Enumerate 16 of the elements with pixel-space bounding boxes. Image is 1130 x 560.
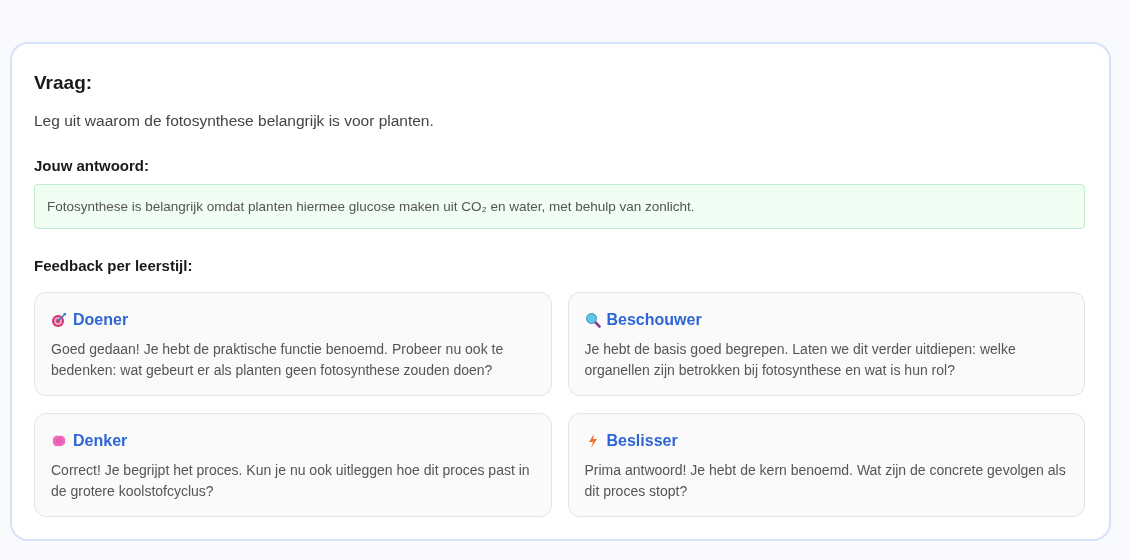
- feedback-text: Je hebt de basis goed begrepen. Laten we dit verder uitdiepen: welke organellen zijn betrokken bij fotosynthese en wat is hun rol?: [584, 340, 1017, 380]
- feedback-label: Feedback per leerstijl:: [34, 257, 194, 274]
- target-icon: [51, 312, 67, 328]
- question-heading: Vraag:: [34, 72, 94, 94]
- answer-label: Jouw antwoord:: [34, 157, 150, 174]
- learning-style-name: Beschouwer: [606, 311, 702, 329]
- brain-icon: [51, 433, 67, 449]
- learning-style-name: Denker: [73, 432, 128, 450]
- learning-style-name: Doener: [73, 311, 129, 329]
- question-text: Leg uit waarom de fotosynthese belangrijk is voor planten.: [34, 112, 435, 130]
- learning-style-name: Beslisser: [606, 432, 678, 450]
- feedback-text: Goed gedaan! Je hebt de praktische functie benoemd. Probeer nu ook te bedenken: wat gebeurt er als planten geen fotosynthese zouden doen?: [51, 340, 505, 380]
- answer-box: Fotosynthese is belangrijk omdat planten hiermee glucose maken uit CO₂ en water, met behulp van zonlicht.: [34, 184, 1085, 229]
- magnifier-icon: [584, 312, 601, 328]
- feedback-text: Prima antwoord! Je hebt de kern benoemd. Wat zijn de concrete gevolgen als dit proces stopt?: [584, 461, 1067, 501]
- feedback-text: Correct! Je begrijpt het proces. Kun je nu ook uitleggen hoe dit proces past in de grotere koolstofcyclus?: [51, 461, 531, 501]
